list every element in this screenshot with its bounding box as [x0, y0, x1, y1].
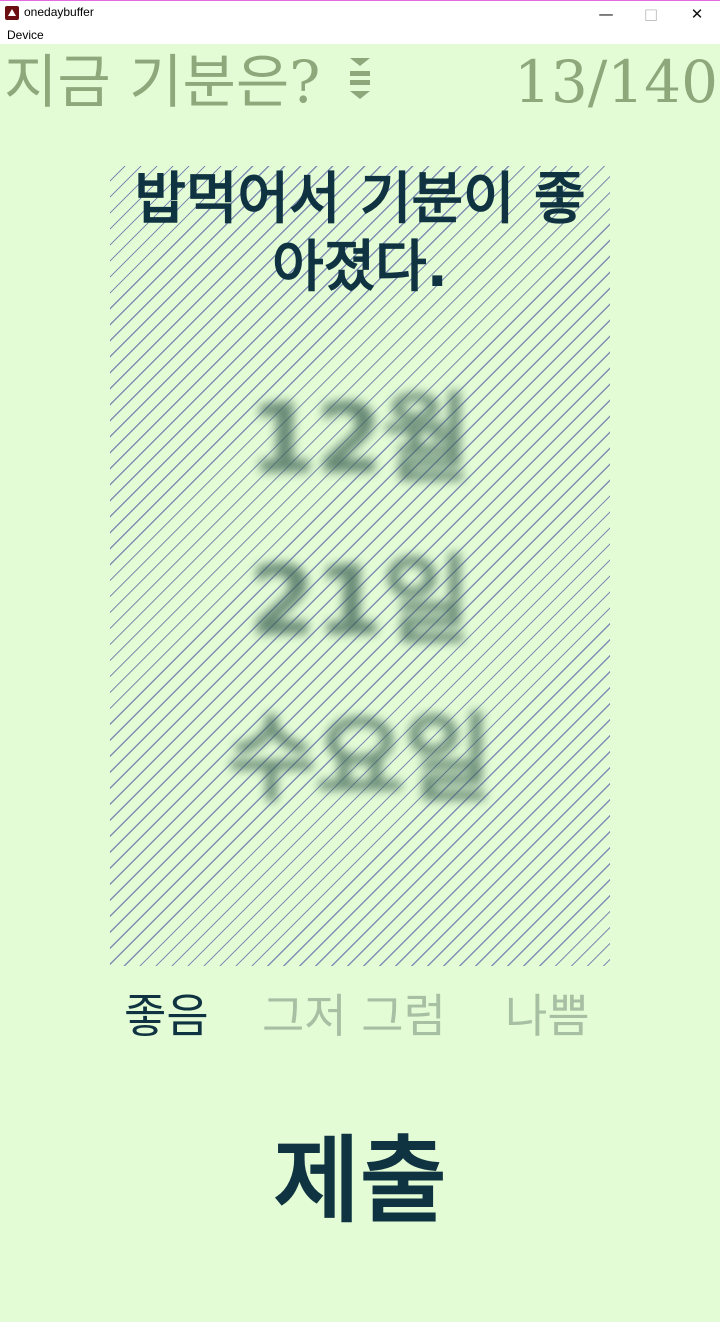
window-titlebar: onedaybuffer — □ ✕ — [0, 0, 720, 26]
entry-text-line: 아졌다. — [272, 235, 448, 300]
mood-option-good[interactable]: 좋음 — [124, 984, 209, 1048]
date-month: 12월 — [249, 383, 471, 495]
app-logo-icon — [5, 6, 19, 20]
date-weekday: 수요일 — [227, 703, 493, 815]
mood-prompt: 지금 기분은? — [4, 48, 321, 116]
window-title: onedaybuffer — [24, 5, 94, 19]
minimize-button[interactable]: — — [583, 1, 629, 27]
entry-text-line: 밥먹어서 기분이 좋 — [134, 167, 586, 232]
date-day: 21일 — [249, 545, 471, 657]
submit-button[interactable]: 제출 — [0, 1122, 720, 1242]
sort-menu-icon[interactable] — [348, 54, 372, 102]
menu-device[interactable]: Device — [7, 28, 44, 42]
menu-bar: Device — [0, 26, 720, 44]
entry-text: 밥먹어서 기분이 좋 아졌다. — [110, 166, 610, 302]
close-button[interactable]: ✕ — [674, 1, 720, 27]
maximize-button[interactable]: □ — [628, 1, 674, 27]
mood-option-so-so[interactable]: 그저 그럼 — [262, 984, 446, 1048]
mood-entry-card: 밥먹어서 기분이 좋 아졌다. 12월 21일 수요일 — [110, 166, 610, 966]
mood-option-bad[interactable]: 나쁨 — [505, 984, 590, 1048]
entry-counter: 13/140 — [513, 48, 718, 116]
